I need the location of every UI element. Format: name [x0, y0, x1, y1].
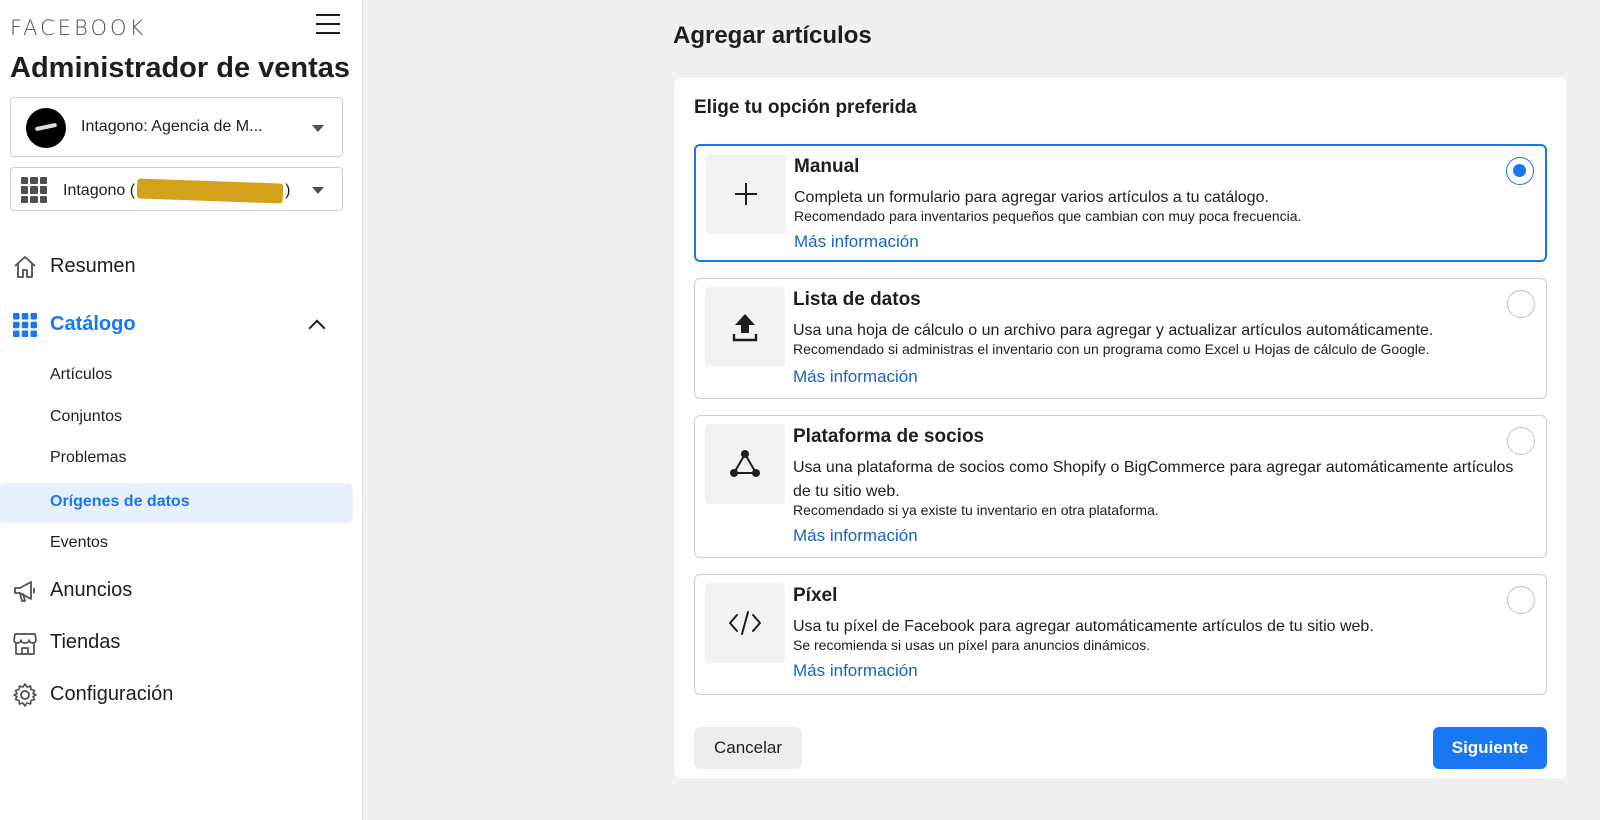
option-partner-platform[interactable]: Plataforma de socios Usa una plataforma … [694, 415, 1547, 558]
option-radio[interactable] [1506, 157, 1534, 185]
option-description: Completa un formulario para agregar vari… [794, 189, 1269, 206]
option-title: Manual [794, 156, 860, 177]
sidebar-item-summary[interactable]: Resumen [0, 252, 353, 282]
option-description: Usa una plataforma de socios como Shopif… [793, 459, 1514, 500]
chevron-up-icon[interactable] [308, 319, 326, 337]
catalog-grid-icon [13, 313, 37, 337]
sidebar: FACEBOOK Administrador de ventas Intagon… [0, 0, 363, 820]
page-title: Agregar artículos [673, 22, 872, 49]
sidebar-item-label: Catálogo [50, 313, 136, 335]
sidebar-item-settings[interactable]: Configuración [0, 680, 353, 710]
more-info-link[interactable]: Más información [794, 232, 919, 252]
hamburger-menu-icon[interactable] [316, 14, 340, 36]
plus-icon [706, 154, 786, 234]
business-name: Intagono: Agencia de M... [81, 118, 263, 135]
sidebar-item-label: Configuración [50, 683, 174, 705]
sidebar-item-catalog[interactable]: Catálogo [0, 310, 353, 340]
option-data-feed[interactable]: Lista de datos Usa una hoja de cálculo o… [694, 278, 1547, 399]
catalog-name: Intagono () [63, 178, 290, 204]
sidebar-subitem-label: Conjuntos [50, 408, 123, 425]
sidebar-subitem-label: Artículos [50, 366, 113, 383]
storefront-icon [13, 633, 37, 655]
catalog-grid-icon [21, 177, 47, 203]
option-recommendation: Recomendado si administras el inventario… [793, 341, 1430, 357]
megaphone-icon [14, 581, 35, 602]
option-recommendation: Recomendado si ya existe tu inventario e… [793, 502, 1159, 518]
facebook-brand: FACEBOOK [10, 16, 147, 40]
option-radio[interactable] [1507, 586, 1535, 614]
option-title: Lista de datos [793, 289, 921, 310]
business-avatar [26, 108, 66, 148]
sidebar-subitem-events[interactable]: Eventos [0, 524, 353, 564]
cancel-button[interactable]: Cancelar [694, 727, 802, 769]
options-panel: Elige tu opción preferida Manual Complet… [673, 76, 1568, 780]
panel-heading: Elige tu opción preferida [694, 97, 917, 118]
partner-network-icon [705, 424, 785, 504]
sidebar-subitem-issues[interactable]: Problemas [0, 439, 353, 479]
option-manual[interactable]: Manual Completa un formulario para agreg… [694, 144, 1547, 262]
option-recommendation: Recomendado para inventarios pequeños qu… [794, 208, 1302, 224]
more-info-link[interactable]: Más información [793, 367, 918, 387]
option-title: Plataforma de socios [793, 426, 985, 447]
catalog-selector[interactable]: Intagono () [10, 167, 343, 211]
code-icon [705, 583, 785, 663]
sidebar-item-label: Resumen [50, 255, 136, 277]
home-icon [14, 256, 36, 278]
next-button[interactable]: Siguiente [1433, 727, 1547, 769]
caret-down-icon [312, 125, 324, 132]
sidebar-subitem-label: Problemas [50, 449, 127, 466]
more-info-link[interactable]: Más información [793, 526, 918, 546]
sidebar-item-label: Anuncios [50, 579, 133, 601]
option-description: Usa tu píxel de Facebook para agregar au… [793, 618, 1374, 635]
redacted-mark [136, 178, 284, 204]
option-description: Usa una hoja de cálculo o un archivo par… [793, 322, 1434, 339]
gear-icon [13, 683, 37, 707]
business-selector[interactable]: Intagono: Agencia de M... [10, 97, 343, 157]
sidebar-subitem-label: Eventos [50, 534, 108, 551]
option-pixel[interactable]: Píxel Usa tu píxel de Facebook para agre… [694, 574, 1547, 695]
upload-icon [705, 287, 785, 367]
option-radio[interactable] [1507, 427, 1535, 455]
option-title: Píxel [793, 585, 838, 606]
sidebar-item-shops[interactable]: Tiendas [0, 628, 353, 658]
sidebar-subitem-articles[interactable]: Artículos [0, 356, 353, 396]
option-radio[interactable] [1507, 290, 1535, 318]
sidebar-item-ads[interactable]: Anuncios [0, 576, 353, 606]
sidebar-subitem-data-sources[interactable]: Orígenes de datos [0, 483, 353, 523]
app-title: Administrador de ventas [10, 52, 351, 84]
caret-down-icon [312, 187, 324, 194]
sidebar-item-label: Tiendas [50, 631, 121, 653]
sidebar-subitem-sets[interactable]: Conjuntos [0, 398, 353, 438]
more-info-link[interactable]: Más información [793, 661, 918, 681]
option-recommendation: Se recomienda si usas un píxel para anun… [793, 637, 1151, 653]
sidebar-subitem-label: Orígenes de datos [50, 493, 190, 510]
